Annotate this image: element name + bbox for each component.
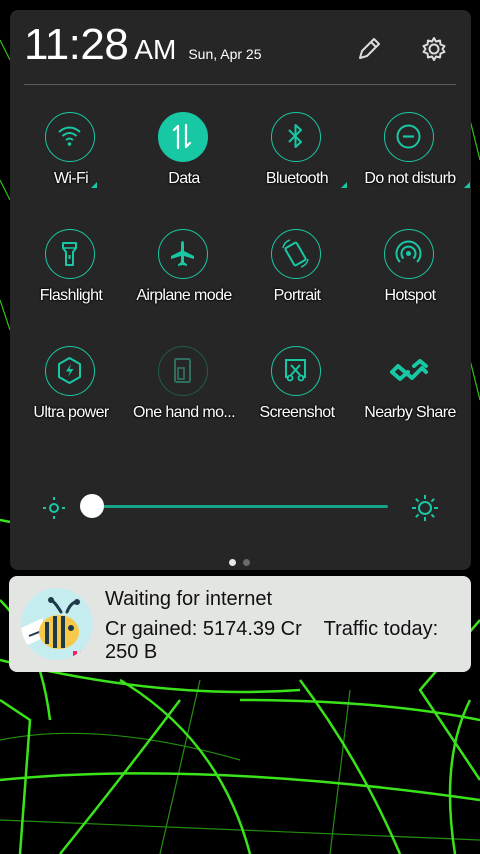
nearby-share-icon <box>390 359 428 381</box>
tile-flashlight[interactable]: Flashlight <box>11 229 131 329</box>
expand-indicator <box>464 182 470 188</box>
tile-circle <box>158 112 208 162</box>
page-dot[interactable] <box>243 559 250 566</box>
tile-circle <box>158 346 208 396</box>
data-icon <box>172 123 192 150</box>
tile-label: Ultra power <box>33 404 109 421</box>
rotation-lock-icon <box>282 239 309 268</box>
tile-one-hand-mode[interactable]: One hand mo... <box>124 346 244 446</box>
tile-ultra-power[interactable]: Ultra power <box>11 346 131 446</box>
clock-time: 11:28 <box>24 20 129 69</box>
brightness-slider-thumb[interactable] <box>80 494 104 518</box>
brightness-row <box>10 490 471 524</box>
status-clock: 11:28 AM Sun, Apr 25 <box>24 20 262 70</box>
notification-body: Cr gained: 5174.39 Cr Traffic today: 250… <box>105 618 444 663</box>
edit-tiles-button[interactable] <box>354 34 384 64</box>
tile-label: One hand mo... <box>133 404 235 421</box>
pencil-icon <box>359 38 380 59</box>
tile-label: Flashlight <box>39 287 103 304</box>
settings-button[interactable] <box>419 34 449 64</box>
tile-data[interactable]: Data <box>124 112 244 212</box>
tile-circle <box>45 112 95 162</box>
tile-nearby-share[interactable]: Nearby Share <box>350 346 470 446</box>
tile-circle <box>271 229 321 279</box>
tile-screenshot[interactable]: Screenshot <box>237 346 357 446</box>
page-indicator <box>229 553 257 570</box>
tile-label: Portrait <box>273 287 321 304</box>
tile-circle <box>45 229 95 279</box>
expand-indicator <box>341 182 347 188</box>
tile-label: Wi-Fi <box>53 170 89 187</box>
header-divider <box>24 84 456 85</box>
tile-label: Nearby Share <box>364 404 456 421</box>
brightness-low-icon <box>43 497 65 519</box>
app-icon <box>21 588 93 660</box>
quick-settings-panel: 11:28 AM Sun, Apr 25 Wi-Fi Data Bluetoot… <box>10 10 471 570</box>
tile-circle <box>271 112 321 162</box>
do-not-disturb-icon <box>396 124 421 149</box>
tile-label: Data <box>168 170 200 187</box>
tile-label: Bluetooth <box>265 170 329 187</box>
tile-hotspot[interactable]: Hotspot <box>350 229 470 329</box>
tile-circle <box>384 112 434 162</box>
hotspot-icon <box>395 240 422 263</box>
clock-date: Sun, Apr 25 <box>188 46 262 62</box>
wifi-icon <box>58 126 81 146</box>
tile-circle <box>158 229 208 279</box>
clock-ampm: AM <box>134 34 177 65</box>
bluetooth-icon <box>288 124 302 148</box>
one-hand-mode-icon <box>174 358 191 383</box>
ultra-power-icon <box>58 357 81 384</box>
brightness-slider-track[interactable] <box>92 505 388 508</box>
tile-label: Screenshot <box>259 404 336 421</box>
tile-label: Airplane mode <box>136 287 232 304</box>
tile-airplane-mode[interactable]: Airplane mode <box>124 229 244 329</box>
tile-circle <box>45 346 95 396</box>
tile-label: Do not disturb <box>364 170 456 187</box>
tile-wifi[interactable]: Wi-Fi <box>11 112 131 212</box>
brightness-high-icon <box>412 495 438 521</box>
notification-card[interactable]: Waiting for internet Cr gained: 5174.39 … <box>9 576 471 672</box>
tile-portrait[interactable]: Portrait <box>237 229 357 329</box>
gear-icon <box>422 37 446 61</box>
expand-indicator <box>91 182 97 188</box>
honeygain-bee-icon <box>21 588 93 660</box>
page-dot-active[interactable] <box>229 559 236 566</box>
tile-bluetooth[interactable]: Bluetooth <box>237 112 357 212</box>
tile-circle <box>271 346 321 396</box>
tile-circle <box>384 229 434 279</box>
notification-title: Waiting for internet <box>105 588 273 610</box>
screenshot-icon <box>285 359 306 382</box>
airplane-icon <box>171 241 194 266</box>
flashlight-icon <box>62 242 77 266</box>
tile-label: Hotspot <box>384 287 437 304</box>
tile-do-not-disturb[interactable]: Do not disturb <box>350 112 470 212</box>
